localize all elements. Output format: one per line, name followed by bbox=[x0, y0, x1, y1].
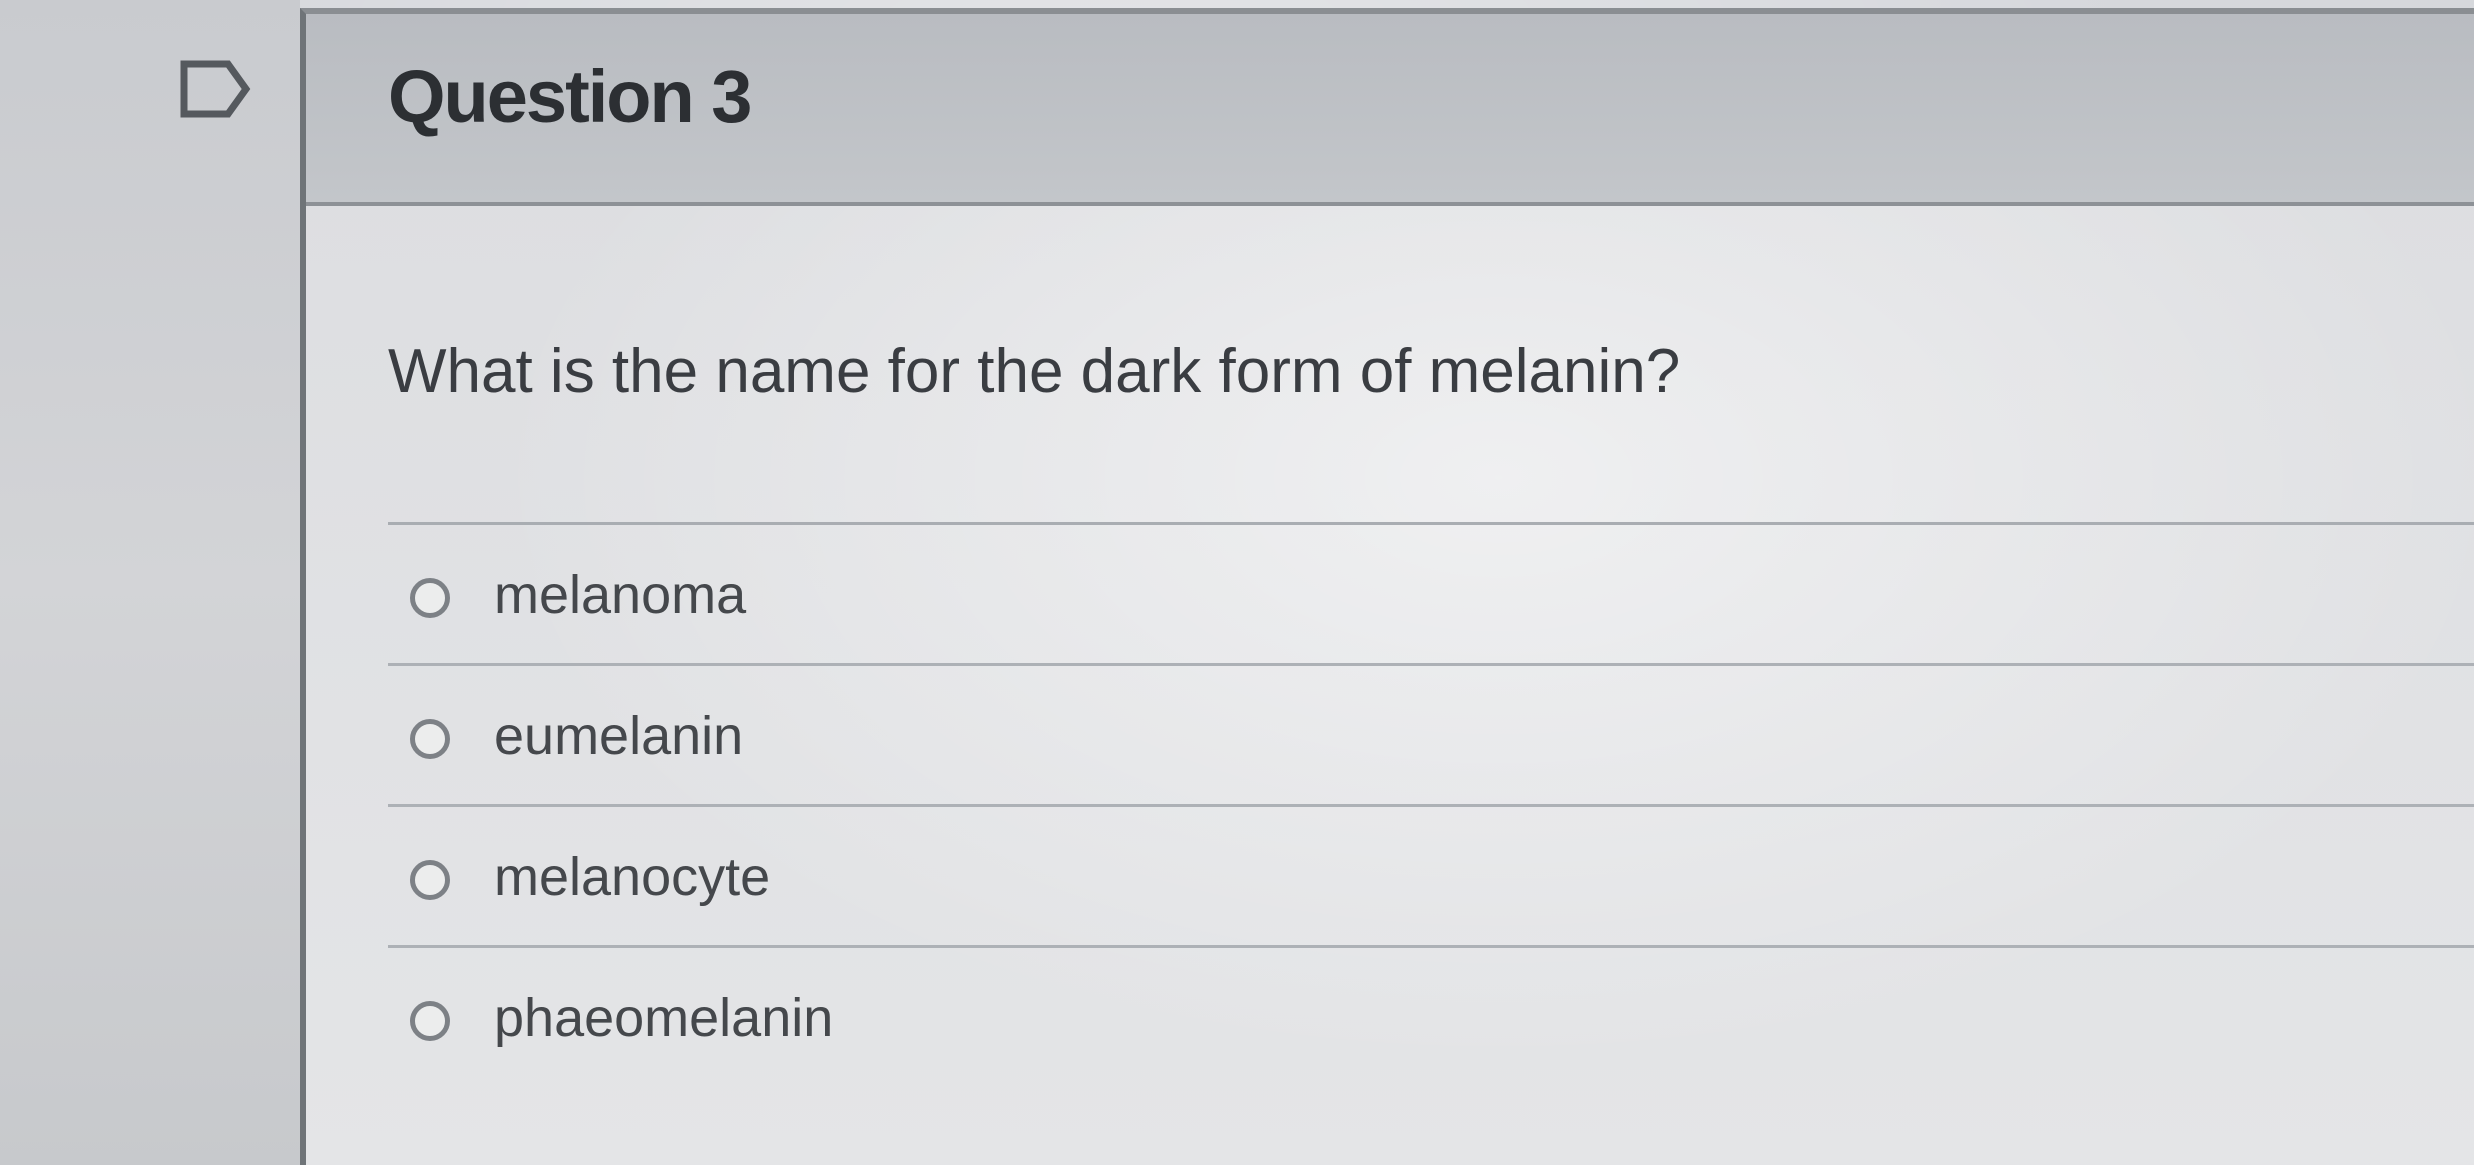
radio-button[interactable] bbox=[410, 1001, 450, 1041]
radio-button[interactable] bbox=[410, 578, 450, 618]
quiz-page: Question 3 What is the name for the dark… bbox=[0, 0, 2474, 1165]
answer-option-melanocyte[interactable]: melanocyte bbox=[388, 807, 2474, 948]
answer-label[interactable]: melanocyte bbox=[494, 846, 770, 908]
answer-list: melanoma eumelanin melanocyte phaeomelan… bbox=[388, 522, 2474, 1086]
answer-option-melanoma[interactable]: melanoma bbox=[388, 525, 2474, 666]
radio-button[interactable] bbox=[410, 719, 450, 759]
answer-option-phaeomelanin[interactable]: phaeomelanin bbox=[388, 948, 2474, 1086]
answer-option-eumelanin[interactable]: eumelanin bbox=[388, 666, 2474, 807]
question-card: Question 3 What is the name for the dark… bbox=[300, 8, 2474, 1165]
answer-label[interactable]: eumelanin bbox=[494, 705, 743, 767]
question-text: What is the name for the dark form of me… bbox=[388, 337, 1681, 406]
answer-label[interactable]: phaeomelanin bbox=[494, 987, 833, 1049]
flag-question-icon bbox=[180, 60, 251, 118]
question-header: Question 3 bbox=[306, 14, 2474, 206]
answer-label[interactable]: melanoma bbox=[494, 564, 746, 626]
left-gutter bbox=[0, 0, 300, 1165]
question-title: Question 3 bbox=[388, 55, 752, 138]
radio-button[interactable] bbox=[410, 860, 450, 900]
flag-question-button[interactable] bbox=[178, 58, 252, 120]
